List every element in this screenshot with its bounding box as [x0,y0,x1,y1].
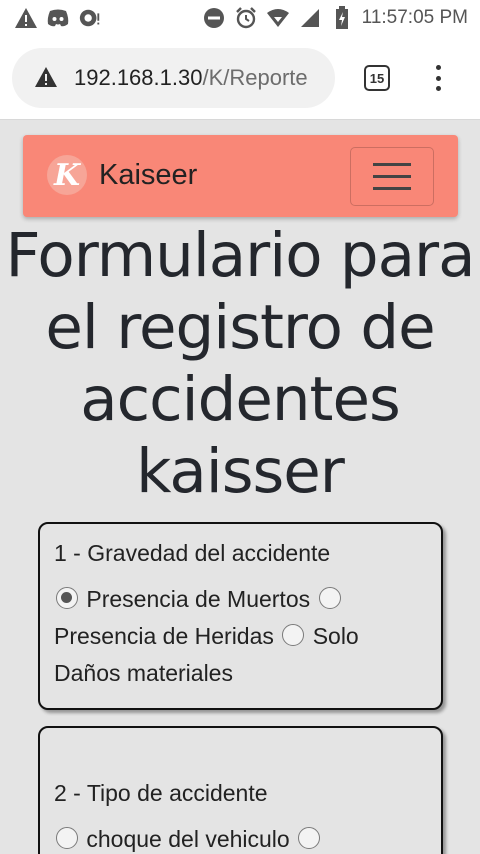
page-title: Formulario para el registro de accidente… [5,220,476,507]
discord-icon [46,6,70,30]
status-time: 11:57:05 PM [361,7,468,28]
menu-dot-icon [435,75,441,81]
status-bar: 11:57:05 PM [0,0,480,36]
logo-letter: K [53,157,81,193]
question-card: 1 - Gravedad del accidente Presencia de … [38,522,443,710]
menu-dot-icon [435,86,441,91]
options-group: Presencia de Muertos Presencia de Herida… [54,581,427,692]
browser-toolbar: 192.168.1.30/K/Reporte 15 [0,36,480,120]
url-host: 192.168.1.30 [74,65,203,90]
navbar-toggler-button[interactable] [350,147,434,206]
question-label: 1 - Gravedad del accidente [54,540,331,566]
radio-solo-danos-materiales[interactable] [282,624,305,646]
radio-next-option[interactable] [298,827,321,849]
warning-icon [14,6,38,30]
options-group: choque del vehiculo [54,821,427,854]
brand-logo[interactable]: K [47,155,87,195]
browser-menu-button[interactable] [426,62,450,94]
address-bar[interactable]: 192.168.1.30/K/Reporte [12,48,335,108]
radio-presencia-de-heridas[interactable] [318,587,341,609]
menu-dot-icon [435,65,441,70]
alarm-icon [234,6,258,30]
option-label: Presencia de Heridas [54,623,274,649]
question-label: 2 - Tipo de accidente [54,780,268,806]
radio-presencia-de-muertos[interactable] [56,587,78,609]
do-not-disturb-icon [202,6,226,30]
option-label: Presencia de Muertos [86,586,311,612]
hamburger-line-icon [373,175,411,178]
not-secure-warning-icon[interactable] [34,66,58,90]
signal-icon [298,6,322,30]
url-path: /K/Reporte [202,65,308,90]
battery-icon [330,6,354,30]
status-bar-left [14,6,102,30]
radio-choque-del-vehiculo[interactable] [56,827,78,849]
brand-name[interactable]: Kaiseer [99,159,197,192]
hamburger-line-icon [373,187,411,190]
tab-switcher-button[interactable]: 15 [364,65,390,91]
hamburger-line-icon [373,163,411,166]
wifi-icon [266,6,290,30]
site-navbar: K Kaiseer [23,135,458,217]
sync-icon [78,6,102,30]
question-card: 2 - Tipo de accidente choque del vehicul… [38,726,443,854]
status-bar-right: 11:57:05 PM [202,6,468,30]
option-label: choque del vehiculo [86,826,290,852]
